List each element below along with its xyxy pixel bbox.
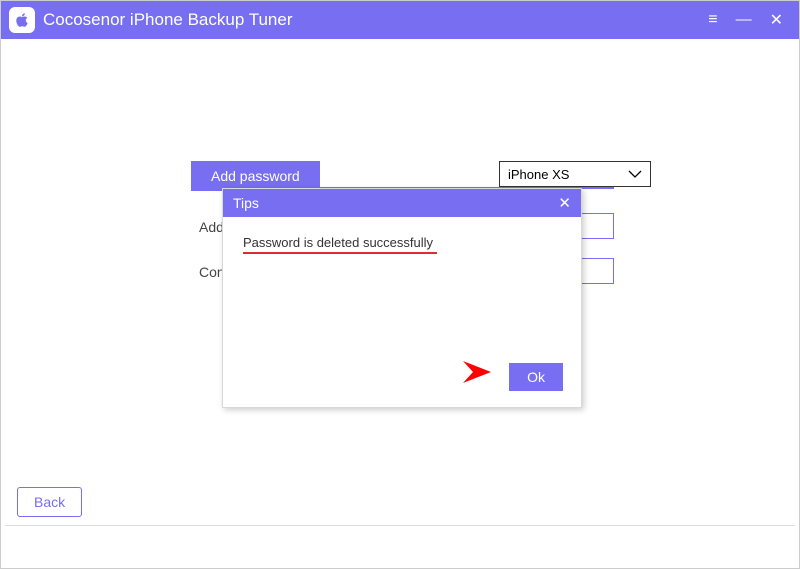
tips-dialog: Tips ✕ Password is deleted successfully … [222, 188, 582, 408]
close-button[interactable]: ✕ [770, 10, 783, 30]
dialog-message: Password is deleted successfully [243, 235, 437, 254]
footer-divider [5, 525, 795, 526]
app-window: Cocosenor iPhone Backup Tuner ≡ — ✕ Add … [0, 0, 800, 569]
titlebar: Cocosenor iPhone Backup Tuner ≡ — ✕ [1, 1, 799, 39]
ok-button[interactable]: Ok [509, 363, 563, 391]
app-title: Cocosenor iPhone Backup Tuner [43, 10, 293, 30]
dialog-close-icon[interactable]: ✕ [558, 194, 571, 212]
dialog-title: Tips [233, 195, 259, 211]
menu-icon[interactable]: ≡ [708, 11, 717, 29]
content-area: Add password iPhone XS Add pas Confirm T… [1, 39, 799, 529]
dialog-body: Password is deleted successfully [223, 217, 581, 272]
app-logo-icon [9, 7, 35, 33]
back-button[interactable]: Back [17, 487, 82, 517]
window-controls: ≡ — ✕ [708, 10, 791, 30]
dialog-header: Tips ✕ [223, 189, 581, 217]
chevron-down-icon [628, 167, 642, 182]
device-selected-label: iPhone XS [508, 167, 569, 182]
device-dropdown[interactable]: iPhone XS [499, 161, 651, 187]
minimize-button[interactable]: — [736, 11, 752, 29]
